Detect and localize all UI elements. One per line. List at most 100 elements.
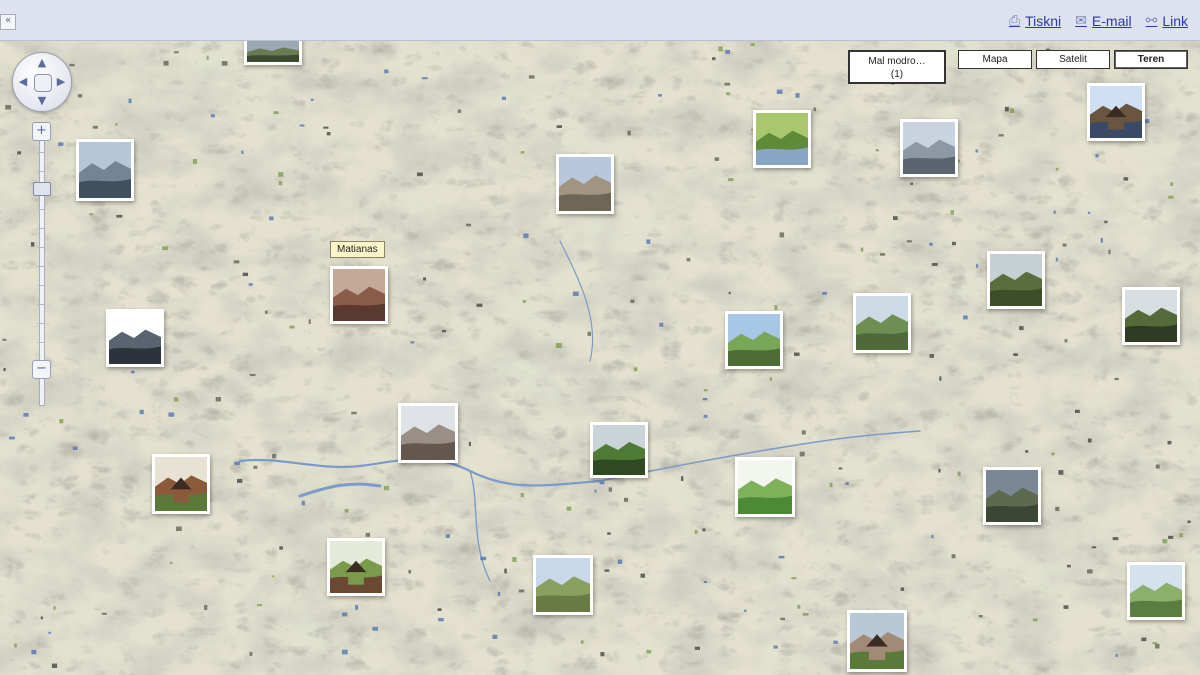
map-symbol — [299, 124, 305, 127]
photo-shape — [348, 572, 364, 585]
map-symbol — [931, 534, 934, 539]
photo-marker-stormy-field[interactable] — [983, 467, 1041, 525]
pan-center-button[interactable] — [34, 74, 52, 92]
pan-control: ▲ ▼ ◀ ▶ — [12, 52, 72, 112]
map-symbol — [938, 469, 941, 473]
map-symbol — [712, 57, 716, 61]
map-symbol — [1062, 243, 1067, 247]
map-symbol — [168, 412, 175, 417]
map-symbol — [724, 82, 731, 86]
photo-marker-cliff-top[interactable] — [244, 41, 302, 65]
map-symbol — [791, 577, 797, 580]
map-symbol — [617, 559, 623, 564]
photo-marker-cottage-green[interactable] — [847, 610, 907, 672]
map-symbol — [341, 649, 348, 655]
map-type-map-button[interactable]: Mapa — [958, 50, 1032, 69]
photo-marker-open-field[interactable] — [533, 555, 593, 615]
map-symbol — [497, 591, 501, 596]
map-symbol — [40, 616, 43, 620]
zoom-slider-thumb[interactable] — [33, 182, 51, 197]
photo-thumbnail — [559, 157, 611, 211]
zoom-tick — [37, 228, 45, 229]
photo-thumbnail — [856, 296, 908, 350]
map-symbol — [950, 210, 954, 215]
photo-marker-village-plain[interactable] — [556, 154, 614, 214]
map-symbol — [702, 398, 708, 401]
terrain-relief-layer — [0, 41, 1200, 675]
pan-right-button[interactable]: ▶ — [54, 75, 68, 89]
map-symbol — [31, 649, 37, 655]
zoom-tick — [37, 323, 45, 324]
pan-down-button[interactable]: ▼ — [35, 94, 49, 108]
map-symbol — [600, 652, 605, 657]
map-symbol — [116, 214, 123, 218]
pan-up-button[interactable]: ▲ — [35, 56, 49, 70]
zoom-tick — [37, 266, 45, 267]
photo-marker-town-roofs[interactable] — [398, 403, 458, 463]
zoom-out-button[interactable]: − — [32, 360, 51, 379]
photo-shape — [1130, 599, 1182, 617]
map-symbol — [566, 506, 572, 511]
map-symbol — [718, 46, 723, 52]
permalink-link[interactable]: ⚯ Link — [1146, 12, 1188, 29]
map-symbol — [694, 646, 700, 650]
location-selector[interactable]: Mal modro… (1) — [848, 50, 946, 84]
collapse-panel-button[interactable]: « — [0, 14, 16, 30]
place-name-label: Matianas — [330, 241, 385, 258]
map-symbol — [624, 497, 629, 502]
zoom-tick — [37, 171, 45, 172]
map-symbol — [210, 114, 215, 118]
email-link[interactable]: ✉ E-mail — [1075, 12, 1131, 29]
map-symbol — [728, 291, 731, 295]
map-symbol — [139, 409, 144, 415]
map-symbol — [51, 663, 58, 668]
map-symbol — [860, 247, 864, 252]
map-symbol — [572, 291, 579, 296]
photo-marker-house[interactable] — [1087, 83, 1145, 141]
photo-marker-forest-slope[interactable] — [987, 251, 1045, 309]
photo-marker-meadow-river[interactable] — [753, 110, 811, 168]
zoom-tick — [37, 304, 45, 305]
map-symbol — [1162, 538, 1168, 544]
map-symbol — [308, 319, 311, 325]
map-symbol — [1055, 257, 1058, 262]
map-type-satellite-button[interactable]: Satelit — [1036, 50, 1110, 69]
photo-marker-waterfall[interactable] — [106, 309, 164, 367]
photo-marker-rock-ruins[interactable] — [330, 266, 388, 324]
envelope-icon: ✉ — [1075, 12, 1087, 28]
photo-marker-mountain-fog[interactable] — [76, 139, 134, 201]
map-symbol — [725, 49, 730, 54]
map-symbol — [323, 126, 329, 129]
photo-marker-valley-river[interactable] — [853, 293, 911, 353]
map-symbol — [797, 605, 801, 609]
map-symbol — [242, 272, 248, 277]
map-type-terrain-button[interactable]: Teren — [1114, 50, 1188, 69]
photo-thumbnail — [155, 457, 207, 511]
zoom-slider[interactable]: + − — [31, 122, 51, 417]
pan-left-button[interactable]: ◀ — [16, 75, 30, 89]
printer-icon: ⎙ — [1008, 12, 1021, 28]
photo-marker-hut-meadow[interactable] — [152, 454, 210, 514]
photo-marker-farm-house[interactable] — [327, 538, 385, 596]
map-symbol — [703, 581, 708, 583]
photo-thumbnail — [738, 460, 792, 514]
map-symbol — [822, 291, 827, 295]
map-symbol — [646, 239, 651, 244]
photo-marker-misty-lake[interactable] — [900, 119, 958, 177]
photo-marker-bright-slope[interactable] — [735, 457, 795, 517]
map-symbol — [1087, 438, 1092, 443]
map-symbol — [512, 557, 517, 562]
map-symbol — [326, 132, 331, 136]
map-symbol — [466, 223, 471, 227]
photo-marker-dark-hill[interactable] — [1122, 287, 1180, 345]
print-link[interactable]: ⎙ Tiskni — [1009, 12, 1061, 29]
photo-marker-pasture[interactable] — [725, 311, 783, 369]
photo-marker-green-field[interactable] — [590, 422, 648, 478]
photo-thumbnail — [79, 142, 131, 198]
share-links: ⎙ Tiskni ✉ E-mail ⚯ Link — [1009, 12, 1188, 29]
terrain-map[interactable] — [0, 41, 1200, 675]
map-symbol — [580, 640, 584, 644]
photo-marker-green-hills[interactable] — [1127, 562, 1185, 620]
map-symbol — [743, 609, 747, 612]
zoom-in-button[interactable]: + — [32, 122, 51, 141]
